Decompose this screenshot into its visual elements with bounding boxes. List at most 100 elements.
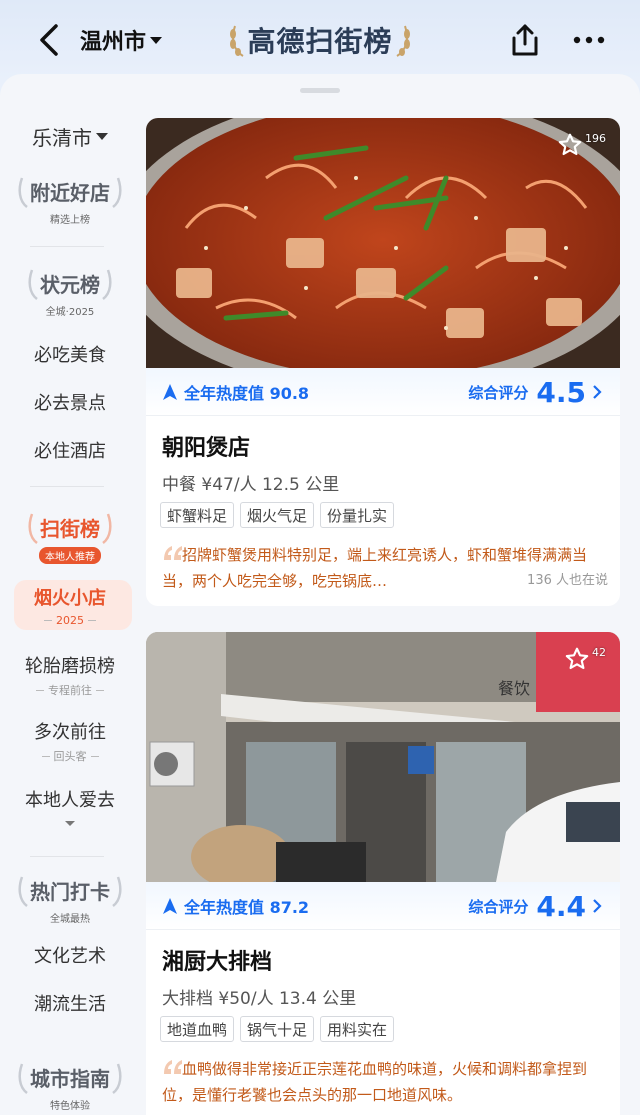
heat-value: 全年热度值 90.8 [162, 368, 309, 416]
sidebar-item-label: 多次前往 [34, 722, 106, 743]
sidebar-item-tire-wear[interactable]: 轮胎磨损榜 专程前往 [0, 652, 140, 698]
overall-score[interactable]: 综合评分 4.5 [468, 368, 602, 416]
nearby-badge[interactable]: 附近好店 精选上榜 [0, 170, 140, 230]
laurel-right-icon [112, 876, 122, 907]
champion-subtitle: 全城·2025 [45, 306, 95, 318]
hot-subtitle: 全城最热 [50, 913, 90, 925]
tag: 烟火气足 [240, 502, 315, 528]
guide-badge[interactable]: 城市指南 特色体验 [0, 1056, 140, 1115]
sidebar-item-must-eat[interactable]: 必吃美食 [0, 330, 140, 378]
sidebar-item-sub: 2025 [40, 614, 100, 627]
champion-badge[interactable]: 状元榜 全城·2025 [0, 260, 140, 324]
review-snippet[interactable]: 血鸭做得非常接近正宗莲花血鸭的味道，火候和调料都拿捏到位，是懂行老饕也会点头的那… [162, 1056, 608, 1108]
laurel-right-icon [112, 177, 122, 208]
shop-name: 朝阳煲店 [162, 436, 251, 461]
laurel-left-icon [230, 25, 245, 57]
chevron-right-icon [593, 385, 602, 399]
district-selector[interactable]: 乐清市 [0, 118, 140, 154]
rating-bar: 全年热度值 90.8 综合评分 4.5 [146, 368, 620, 416]
score-label: 综合评分 [468, 383, 529, 402]
heat-value: 全年热度值 87.2 [162, 882, 309, 930]
city-selector[interactable]: 温州市 [80, 24, 163, 56]
laurel-right-icon [112, 1063, 122, 1094]
favorite-button[interactable]: 196 [557, 132, 606, 158]
sweep-subtitle: 本地人推荐 [39, 546, 101, 564]
quote-icon [164, 546, 182, 560]
review-text: 血鸭做得非常接近正宗莲花血鸭的味道，火候和调料都拿捏到位，是懂行老饕也会点头的那… [162, 1060, 588, 1104]
score-label: 综合评分 [468, 897, 529, 916]
divider [30, 486, 104, 487]
score-value: 4.5 [536, 375, 586, 409]
chevron-left-icon [40, 24, 58, 56]
hot-title: 热门打卡 [30, 880, 110, 904]
sidebar-item-sub: 专程前往 [32, 682, 108, 698]
brand-logo: 高德扫街榜 [214, 18, 426, 62]
share-icon [512, 24, 538, 56]
district-name: 乐清市 [32, 125, 92, 150]
shop-meta: 中餐 ¥47/人 12.5 公里 [162, 475, 340, 495]
tag-list: 虾蟹料足 烟火气足 份量扎实 [160, 502, 400, 528]
more-button[interactable] [572, 30, 606, 50]
shop-card[interactable]: 196 全年热度值 90.8 综合评分 4.5 朝阳煲店 中餐 ¥47/人 12… [146, 118, 620, 606]
score-value: 4.4 [536, 889, 586, 923]
navigation-arrow-icon [163, 384, 177, 400]
drag-handle[interactable] [300, 88, 340, 93]
laurel-right-icon [102, 269, 112, 300]
brand-title: 高德扫街榜 [247, 25, 393, 58]
ranking-sheet: 乐清市 附近好店 精选上榜 状元榜 全城·2025 必吃美食 必去景点 必住酒店 [0, 74, 640, 1115]
divider [30, 246, 104, 247]
star-outline-icon [558, 133, 582, 156]
back-button[interactable] [34, 20, 64, 60]
shop-meta: 大排档 ¥50/人 13.4 公里 [162, 989, 357, 1009]
tag: 锅气十足 [240, 1016, 315, 1042]
caret-down-icon [96, 132, 108, 140]
guide-subtitle: 特色体验 [50, 1100, 90, 1112]
hot-badge[interactable]: 热门打卡 全城最热 [0, 868, 140, 930]
star-outline-icon [565, 647, 589, 670]
sidebar-item-repeat-visits[interactable]: 多次前往 回头客 [0, 718, 140, 764]
sidebar-item-smoky-shops[interactable]: 烟火小店 2025 [0, 584, 140, 627]
sidebar-item-must-stay[interactable]: 必住酒店 [0, 426, 140, 474]
tag: 用料实在 [320, 1016, 395, 1042]
sweep-badge[interactable]: 扫街榜 本地人推荐 [0, 506, 140, 568]
tag: 地道血鸭 [160, 1016, 235, 1042]
tag: 份量扎实 [320, 502, 395, 528]
nearby-subtitle: 精选上榜 [50, 214, 90, 226]
rating-bar: 全年热度值 87.2 综合评分 4.4 [146, 882, 620, 930]
chevron-right-icon [593, 899, 602, 913]
heat-label: 全年热度值 90.8 [184, 384, 310, 403]
review-snippet[interactable]: 招牌虾蟹煲用料特别足，端上来红亮诱人，虾和蟹堆得满满当当，两个人吃完全够，吃完锅… [162, 542, 608, 594]
nearby-title: 附近好店 [30, 181, 110, 205]
navigation-arrow-icon [163, 898, 177, 914]
favorite-count: 42 [592, 646, 606, 659]
laurel-left-icon [18, 177, 28, 208]
champion-title: 状元榜 [40, 273, 100, 297]
sweep-title: 扫街榜 [40, 517, 100, 541]
more-dots-icon [573, 36, 605, 44]
sidebar-item-sub: 回头客 [38, 748, 103, 764]
favorite-button[interactable]: 42 [564, 646, 606, 672]
store-sign-text: 餐饮 [498, 680, 530, 698]
review-count: 136 人也在说 [521, 568, 608, 594]
laurel-right-icon [102, 513, 112, 544]
overall-score[interactable]: 综合评分 4.4 [468, 882, 602, 930]
sidebar-item-culture-art[interactable]: 文化艺术 [0, 931, 140, 979]
divider [30, 856, 104, 857]
favorite-count: 196 [585, 132, 606, 145]
shop-card[interactable]: 餐饮 42 全年热度值 87.2 综合评分 4.4 湘厨大排档 大排档 ¥50/… [146, 632, 620, 1115]
quote-icon [164, 1060, 182, 1074]
tag: 虾蟹料足 [160, 502, 235, 528]
sidebar-item-must-visit[interactable]: 必去景点 [0, 378, 140, 426]
laurel-right-icon [395, 25, 410, 57]
sidebar-item-local-favorite[interactable]: 本地人爱去 [0, 786, 140, 828]
laurel-left-icon [28, 269, 38, 300]
sidebar-item-trend-life[interactable]: 潮流生活 [0, 979, 140, 1027]
share-button[interactable] [508, 22, 542, 58]
guide-title: 城市指南 [30, 1067, 110, 1091]
sidebar: 乐清市 附近好店 精选上榜 状元榜 全城·2025 必吃美食 必去景点 必住酒店 [0, 74, 140, 1115]
top-bar: 温州市 高德扫街榜 [0, 0, 640, 80]
shop-photo: 餐饮 [146, 632, 620, 882]
caret-down-icon [150, 36, 163, 44]
shop-photo [146, 118, 620, 368]
city-name: 温州市 [80, 30, 147, 55]
